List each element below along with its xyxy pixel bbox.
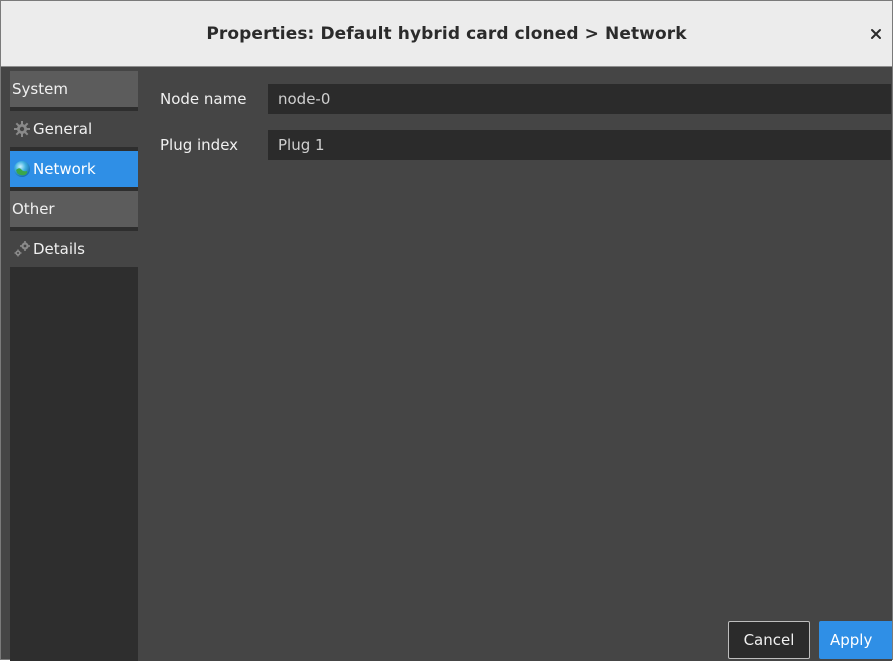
category-sidebar: System General Network Other Details — [10, 71, 138, 661]
close-icon — [871, 29, 881, 39]
gear-icon — [12, 119, 32, 139]
properties-dialog: Properties: Default hybrid card cloned >… — [0, 0, 893, 661]
plug-index-row: Plug index — [160, 130, 891, 160]
sidebar-item-network[interactable]: Network — [10, 151, 138, 187]
node-name-label: Node name — [160, 90, 247, 108]
node-name-input[interactable] — [268, 84, 891, 114]
sidebar-item-label: Details — [33, 240, 86, 258]
title-bar[interactable]: Properties: Default hybrid card cloned >… — [1, 1, 892, 67]
plug-index-label: Plug index — [160, 136, 239, 154]
sidebar-group-system: System — [10, 71, 138, 107]
globe-icon — [12, 159, 32, 179]
sidebar-group-other: Other — [10, 191, 138, 227]
sidebar-item-details[interactable]: Details — [10, 231, 138, 267]
sidebar-item-general[interactable]: General — [10, 111, 138, 147]
plug-index-input[interactable] — [268, 130, 891, 160]
sidebar-item-label: General — [33, 120, 93, 138]
cancel-button[interactable]: Cancel — [728, 621, 810, 659]
close-button[interactable] — [868, 26, 884, 42]
sidebar-item-label: Network — [33, 160, 96, 178]
settings-panel: Node name Plug index Cancel Apply — [138, 71, 892, 661]
node-name-row: Node name — [160, 84, 891, 114]
dialog-title: Properties: Default hybrid card cloned >… — [206, 24, 687, 44]
gears-icon — [12, 239, 32, 259]
apply-button[interactable]: Apply — [819, 621, 892, 659]
